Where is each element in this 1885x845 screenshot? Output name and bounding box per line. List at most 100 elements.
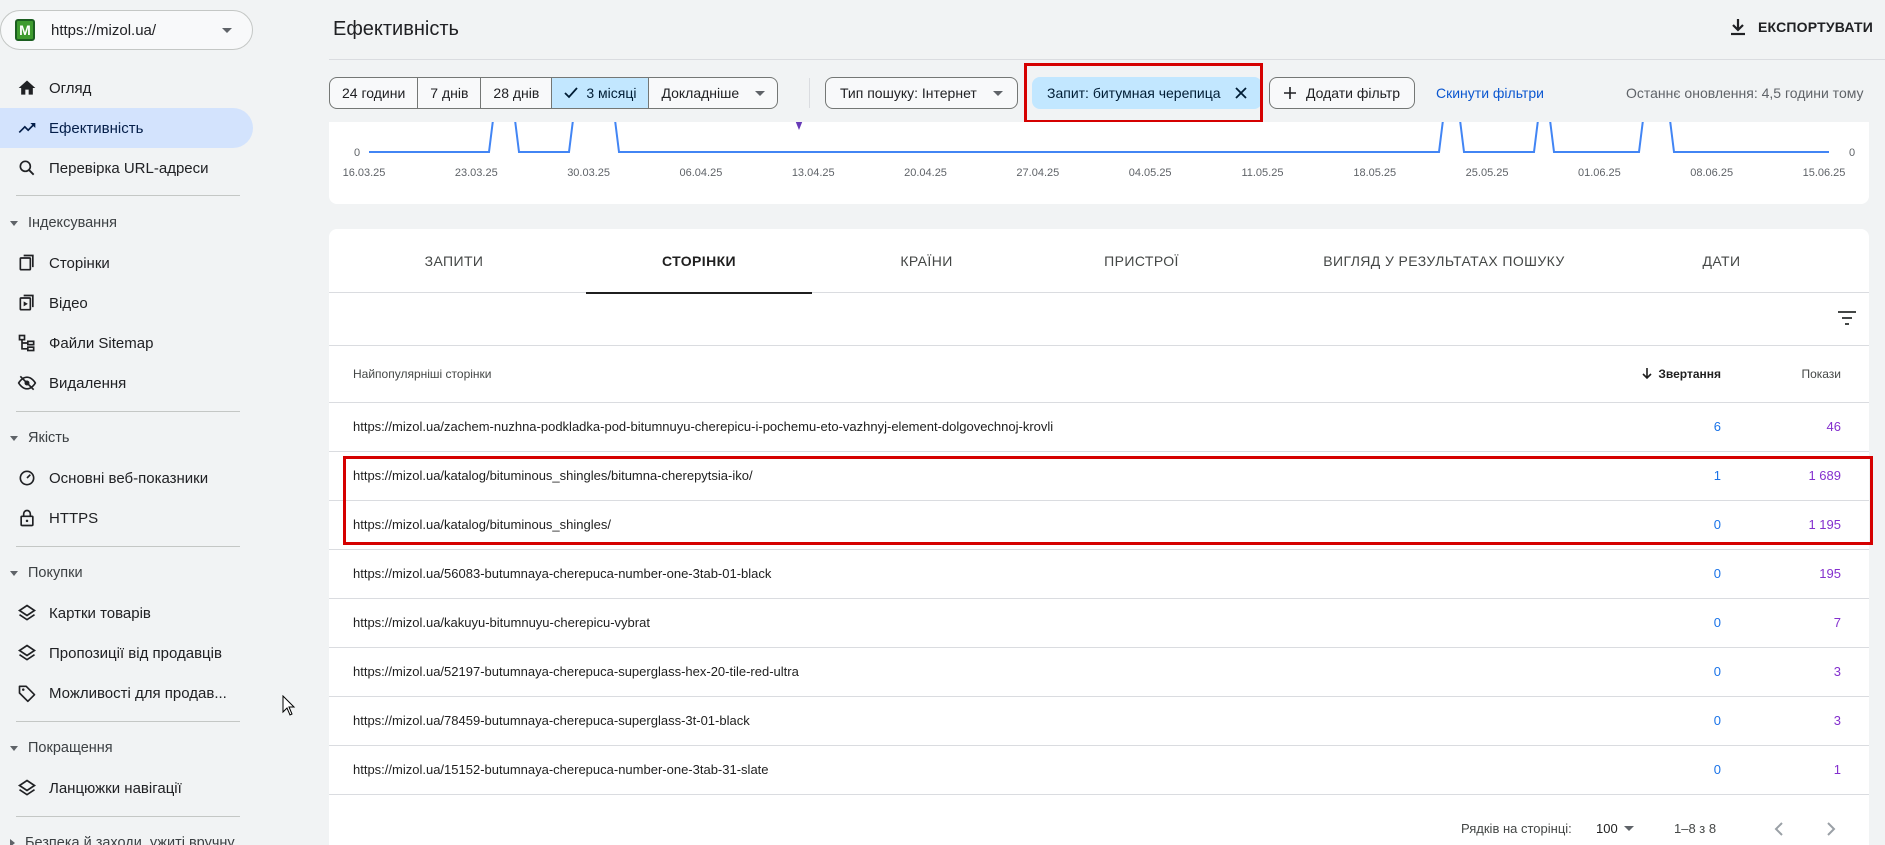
date-range-label: Докладніше	[661, 85, 740, 101]
sidebar-item-breadcrumbs[interactable]: Ланцюжки навігації	[0, 768, 253, 808]
sidebar-item-overview[interactable]: Огляд	[0, 68, 253, 108]
sidebar-item-label: Відео	[49, 294, 88, 312]
table-row[interactable]: https://mizol.ua/kakuyu-bitumnuyu-cherep…	[329, 599, 1869, 648]
sidebar-item-url-inspection[interactable]: Перевірка URL-адреси	[0, 148, 253, 188]
sidebar-item-pages[interactable]: Сторінки	[0, 243, 253, 283]
chevron-right-icon[interactable]	[1819, 817, 1843, 841]
sidebar-item-removals[interactable]: Видалення	[0, 363, 253, 403]
date-range-3m[interactable]: 3 місяці	[552, 78, 650, 108]
x-tick-label: 27.04.25	[1016, 167, 1059, 179]
sidebar-item-https[interactable]: HTTPS	[0, 498, 253, 538]
sidebar-item-label: Ефективність	[49, 119, 144, 137]
column-header-label: Звертання	[1658, 367, 1721, 381]
search-type-filter[interactable]: Тип пошуку: Інтернет	[825, 77, 1018, 109]
x-tick-label: 06.04.25	[680, 167, 723, 179]
sidebar-item-shopping-opportunities[interactable]: Можливості для продав...	[0, 673, 253, 713]
add-filter-label: Додати фільтр	[1306, 85, 1401, 101]
search-icon	[16, 157, 38, 179]
sidebar-item-merchant-listings[interactable]: Пропозиції від продавців	[0, 633, 253, 673]
date-range-24h[interactable]: 24 години	[330, 78, 419, 108]
x-tick-label: 30.03.25	[567, 167, 610, 179]
tag-icon	[16, 682, 38, 704]
chevron-down-icon	[992, 90, 1003, 96]
table-row[interactable]: https://mizol.ua/78459-butumnaya-cherepu…	[329, 697, 1869, 746]
sidebar-item-label: HTTPS	[49, 509, 99, 527]
sidebar-item-sitemaps[interactable]: Файли Sitemap	[0, 323, 253, 363]
section-enhancements[interactable]: Покращення	[0, 735, 253, 761]
tab-devices[interactable]: ПРИСТРОЇ	[1049, 229, 1234, 293]
performance-chart: 0 0 16.03.25 23.03.25 30.03.25 06.04.25 13.04.…	[329, 122, 1869, 204]
table-row[interactable]: https://mizol.ua/56083-butumnaya-cherepu…	[329, 550, 1869, 599]
sidebar-item-label: Основні веб-показники	[49, 469, 209, 487]
caret-down-icon	[10, 570, 18, 576]
chevron-down-icon	[222, 28, 232, 33]
clicks-value: 0	[1713, 762, 1721, 777]
date-range-more-dropdown[interactable]: Докладніше	[649, 78, 777, 108]
sitemap-icon	[16, 332, 38, 354]
tab-dates[interactable]: ДАТИ	[1629, 229, 1814, 293]
add-filter-button[interactable]: Додати фільтр	[1269, 77, 1416, 109]
tab-queries[interactable]: ЗАПИТИ	[367, 229, 541, 293]
reset-filters-link[interactable]: Скинути фільтри	[1436, 85, 1544, 101]
tab-countries[interactable]: КРАЇНИ	[834, 229, 1019, 293]
section-title: Якість	[28, 430, 70, 446]
tab-search-appearance[interactable]: ВИГЛЯД У РЕЗУЛЬТАТАХ ПОШУКУ	[1294, 229, 1594, 293]
column-header-pages: Найпопулярніші сторінки	[353, 367, 492, 381]
annotation-highlight-box	[1024, 63, 1263, 123]
table-row[interactable]: https://mizol.ua/zachem-nuzhna-podkladka…	[329, 403, 1869, 452]
x-tick-label: 04.05.25	[1129, 167, 1172, 179]
site-logo: M	[15, 19, 35, 41]
table-header: Найпопулярніші сторінки Звертання Покази	[329, 346, 1869, 403]
column-header-clicks[interactable]: Звертання	[1642, 367, 1721, 381]
sidebar-item-video[interactable]: Відео	[0, 283, 253, 323]
impressions-value: 3	[1833, 664, 1841, 679]
rows-per-page-select[interactable]: 100	[1596, 821, 1634, 836]
date-range-7d[interactable]: 7 днів	[418, 78, 482, 108]
clicks-value: 6	[1713, 419, 1721, 434]
download-icon	[1730, 19, 1745, 36]
sidebar-item-product-snippets[interactable]: Картки товарів	[0, 593, 253, 633]
last-update-text: Останнє оновлення: 4,5 години тому	[1626, 85, 1864, 101]
arrow-down-icon	[1642, 368, 1652, 380]
date-range-28d[interactable]: 28 днів	[481, 78, 553, 108]
trending-up-icon	[16, 117, 38, 139]
search-type-label: Тип пошуку: Інтернет	[840, 85, 977, 101]
divider	[809, 78, 810, 108]
section-title: Безпека й заходи, ужиті вручну	[25, 835, 235, 845]
removals-icon	[16, 372, 38, 394]
main-content: Ефективність ЕКСПОРТУВАТИ 24 години 7 дн…	[329, 0, 1885, 845]
impressions-value: 1	[1833, 762, 1841, 777]
divider	[16, 721, 240, 722]
sidebar-item-performance[interactable]: Ефективність	[0, 108, 253, 148]
table-row[interactable]: https://mizol.ua/15152-butumnaya-cherepu…	[329, 746, 1869, 795]
section-quality[interactable]: Якість	[0, 425, 253, 451]
sidebar-item-label: Сторінки	[49, 254, 110, 272]
property-selector[interactable]: M https://mizol.ua/	[0, 10, 253, 50]
table-row[interactable]: https://mizol.ua/52197-butumnaya-cherepu…	[329, 648, 1869, 697]
page-url: https://mizol.ua/15152-butumnaya-cherepu…	[353, 762, 769, 777]
caret-down-icon	[10, 220, 18, 226]
sidebar-item-label: Файли Sitemap	[49, 334, 154, 352]
x-tick-label: 20.04.25	[904, 167, 947, 179]
column-header-impressions[interactable]: Покази	[1801, 367, 1841, 381]
sidebar-item-label: Картки товарів	[49, 604, 151, 622]
export-label: ЕКСПОРТУВАТИ	[1757, 19, 1873, 35]
chevron-left-icon[interactable]	[1767, 817, 1791, 841]
page-title: Ефективність	[333, 18, 459, 40]
pages-icon	[16, 252, 38, 274]
filter-icon[interactable]	[1837, 309, 1857, 327]
tab-pages[interactable]: СТОРІНКИ	[586, 229, 812, 294]
export-button[interactable]: ЕКСПОРТУВАТИ	[1730, 18, 1873, 36]
section-security[interactable]: Безпека й заходи, ужиті вручну	[0, 830, 253, 845]
section-indexing[interactable]: Індексування	[0, 210, 253, 236]
divider	[16, 546, 240, 547]
chevron-down-icon	[755, 90, 766, 96]
divider	[16, 816, 240, 817]
page-url: https://mizol.ua/56083-butumnaya-cherepu…	[353, 566, 772, 581]
section-shopping[interactable]: Покупки	[0, 560, 253, 586]
sidebar-item-core-web-vitals[interactable]: Основні веб-показники	[0, 458, 253, 498]
plus-icon	[1284, 87, 1296, 99]
y-tick-label-left: 0	[354, 147, 360, 159]
x-tick-label: 01.06.25	[1578, 167, 1621, 179]
page-url: https://mizol.ua/zachem-nuzhna-podkladka…	[353, 419, 1054, 434]
